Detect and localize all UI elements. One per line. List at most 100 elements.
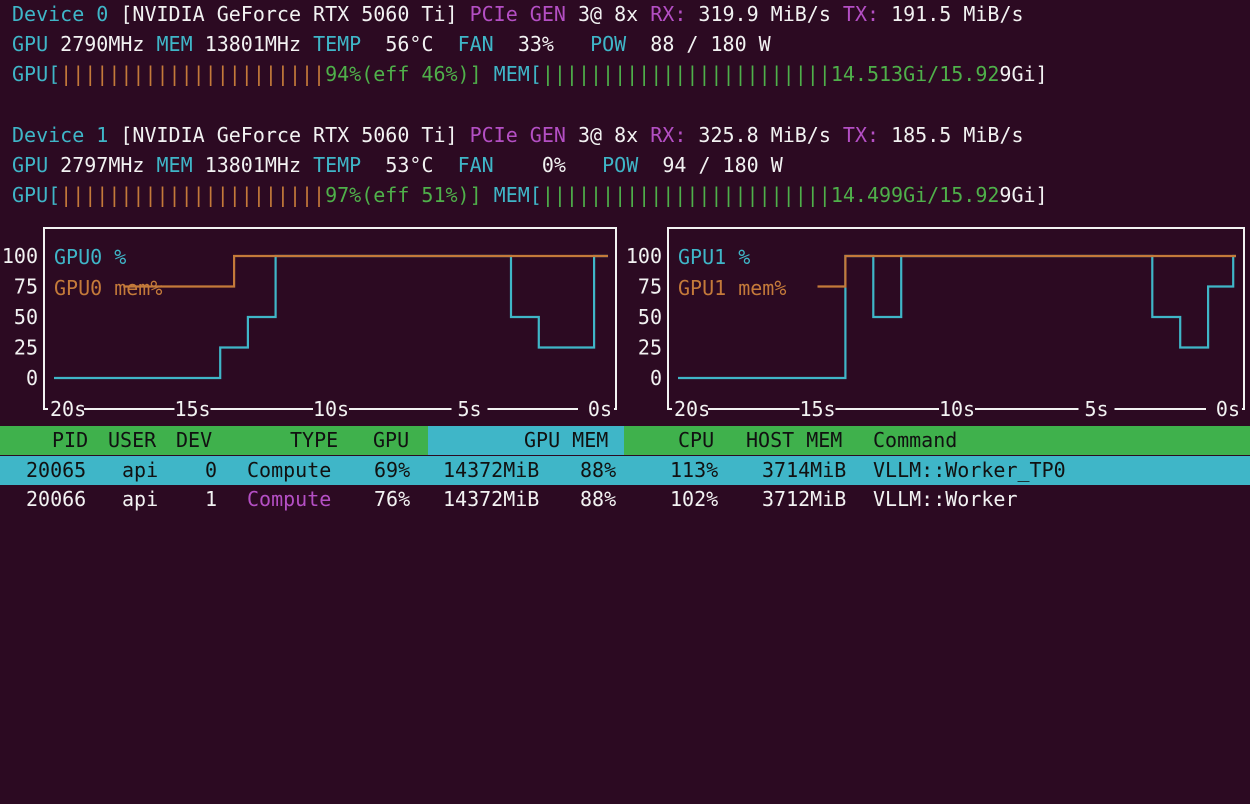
- col-pid[interactable]: PID: [52, 426, 88, 455]
- gpu1-history-svg: 100 75 50 25 0 20s 15s 10s 5s 0s GPU1 % GPU1 mem%: [626, 227, 1245, 421]
- device-name: [NVIDIA GeForce RTX 5060 Ti]: [120, 2, 458, 26]
- gpu-util-bar: ||||||||||||||||||||||: [60, 62, 326, 86]
- rx-label: RX:: [650, 2, 687, 26]
- gpu-clock-label: GPU: [12, 32, 49, 56]
- process-row-selected[interactable]: 20065 api 0 Compute 69% 14372MiB 88% 113…: [0, 456, 1250, 485]
- device-0-stats: GPU 2790MHz MEM 13801MHz TEMP 56°C FAN 3…: [12, 32, 771, 56]
- x-tick-label: 0s: [1216, 397, 1240, 421]
- x-tick-label: 20s: [674, 397, 710, 421]
- rx-value: 325.8 MiB/s: [698, 123, 831, 147]
- row-gpu-mem-pct: 88%: [580, 487, 617, 511]
- col-dev[interactable]: DEV: [176, 426, 212, 455]
- gpu-clock-label: GPU: [12, 153, 49, 177]
- x-tick-label: 10s: [313, 397, 349, 421]
- gpu-util-label: GPU[: [12, 62, 61, 86]
- row-command: VLLM::Worker: [873, 487, 1018, 511]
- device-label: Device 0: [12, 2, 109, 26]
- gpu0-history-svg: 100 75 50 25 0 20s 15s 10s 5s 0s GPU0 % GPU0 mem%: [2, 227, 617, 421]
- mem-clock: 13801MHz: [204, 32, 302, 56]
- series-line: [123, 254, 608, 288]
- gpu-util-value: 97%(eff 51%)]: [325, 183, 482, 207]
- fan-value: 0%: [541, 153, 566, 177]
- row-dev: 0: [205, 458, 218, 482]
- device-0-header: Device 0 [NVIDIA GeForce RTX 5060 Ti] PC…: [12, 2, 1024, 26]
- row-command: VLLM::Worker_TP0: [873, 458, 1066, 482]
- row-cpu: 102%: [670, 487, 719, 511]
- col-gpu-mem[interactable]: GPU MEM: [524, 426, 608, 455]
- row-host-mem: 3714MiB: [762, 458, 847, 482]
- col-type[interactable]: TYPE: [290, 426, 338, 455]
- device-name: [NVIDIA GeForce RTX 5060 Ti]: [120, 123, 458, 147]
- y-tick-label: 25: [638, 336, 662, 360]
- temp-value: 53°C: [385, 153, 434, 177]
- device-1-bars: GPU[||||||||||||||||||||||97%(eff 51%)] …: [12, 183, 1048, 207]
- gpu-clock: 2790MHz: [60, 32, 145, 56]
- legend-gpu: GPU0 %: [54, 245, 126, 269]
- y-tick-label: 75: [14, 275, 38, 299]
- mem-util-value-tail: 9Gi]: [999, 183, 1048, 207]
- mem-util-value-tail: 9Gi]: [999, 62, 1048, 86]
- y-tick-label: 50: [638, 305, 662, 329]
- pcie-label: PCIe: [469, 2, 518, 26]
- row-gpu: 69%: [374, 458, 411, 482]
- pow-label: POW: [590, 32, 627, 56]
- col-cpu[interactable]: CPU: [678, 426, 714, 455]
- row-type: Compute: [247, 458, 332, 482]
- tx-value: 185.5 MiB/s: [891, 123, 1024, 147]
- device-label: Device 1: [12, 123, 109, 147]
- y-tick-label: 0: [650, 366, 662, 390]
- row-gpu-mem: 14372MiB: [443, 487, 540, 511]
- gen-value: 3@ 8x: [577, 2, 639, 26]
- series-line: [817, 254, 1236, 288]
- col-user[interactable]: USER: [108, 426, 156, 455]
- process-table-header: PID USER DEV TYPE GPU GPU MEM CPU HOST M…: [0, 426, 1250, 455]
- tx-label: TX:: [842, 2, 880, 26]
- fan-label: FAN: [457, 32, 494, 56]
- row-host-mem: 3712MiB: [762, 487, 847, 511]
- row-user: api: [122, 458, 159, 482]
- pow-value: 94 / 180 W: [662, 153, 783, 177]
- y-tick-label: 100: [2, 244, 38, 268]
- row-user: api: [122, 487, 159, 511]
- col-command[interactable]: Command: [873, 426, 957, 455]
- y-tick-label: 75: [638, 275, 662, 299]
- x-tick-label: 15s: [174, 397, 210, 421]
- row-gpu-mem: 14372MiB: [443, 458, 540, 482]
- x-tick-label: 5s: [457, 397, 481, 421]
- legend-gpu: GPU1 %: [678, 245, 750, 269]
- pow-label: POW: [602, 153, 639, 177]
- process-row[interactable]: 20066 api 1 Compute 76% 14372MiB 88% 102…: [0, 485, 1250, 514]
- mem-clock-label: MEM: [156, 153, 193, 177]
- gpu-util-bar: ||||||||||||||||||||||: [60, 183, 326, 207]
- gpu-clock: 2797MHz: [60, 153, 145, 177]
- temp-label: TEMP: [313, 32, 362, 56]
- mem-clock-label: MEM: [156, 32, 193, 56]
- pow-value: 88 / 180 W: [650, 32, 771, 56]
- device-1-header: Device 1 [NVIDIA GeForce RTX 5060 Ti] PC…: [12, 123, 1024, 147]
- row-cpu: 113%: [670, 458, 719, 482]
- mem-util-label: MEM[: [493, 62, 542, 86]
- x-tick-label: 0s: [588, 397, 612, 421]
- fan-label: FAN: [457, 153, 494, 177]
- gen-label: GEN: [529, 123, 566, 147]
- y-tick-label: 100: [626, 244, 662, 268]
- series-line: [678, 254, 1236, 380]
- temp-label: TEMP: [313, 153, 362, 177]
- col-gpu[interactable]: GPU: [373, 426, 409, 455]
- gpu0-history-chart: 100 75 50 25 0 20s 15s 10s 5s 0s GPU0 % GPU0 mem%: [0, 226, 622, 422]
- mem-clock: 13801MHz: [204, 153, 302, 177]
- rx-value: 319.9 MiB/s: [698, 2, 831, 26]
- row-dev: 1: [205, 487, 218, 511]
- gen-label: GEN: [529, 2, 566, 26]
- mem-util-value: 14.513Gi/15.92: [830, 62, 1000, 86]
- x-tick-label: 5s: [1084, 397, 1108, 421]
- gpu-util-label: GPU[: [12, 183, 61, 207]
- rx-label: RX:: [650, 123, 687, 147]
- x-tick-label: 20s: [50, 397, 86, 421]
- col-host-mem[interactable]: HOST MEM: [746, 426, 842, 455]
- y-tick-label: 0: [26, 366, 38, 390]
- gen-value: 3@ 8x: [577, 123, 639, 147]
- legend-mem: GPU0 mem%: [54, 276, 162, 300]
- y-tick-label: 50: [14, 305, 38, 329]
- row-pid: 20065: [26, 458, 87, 482]
